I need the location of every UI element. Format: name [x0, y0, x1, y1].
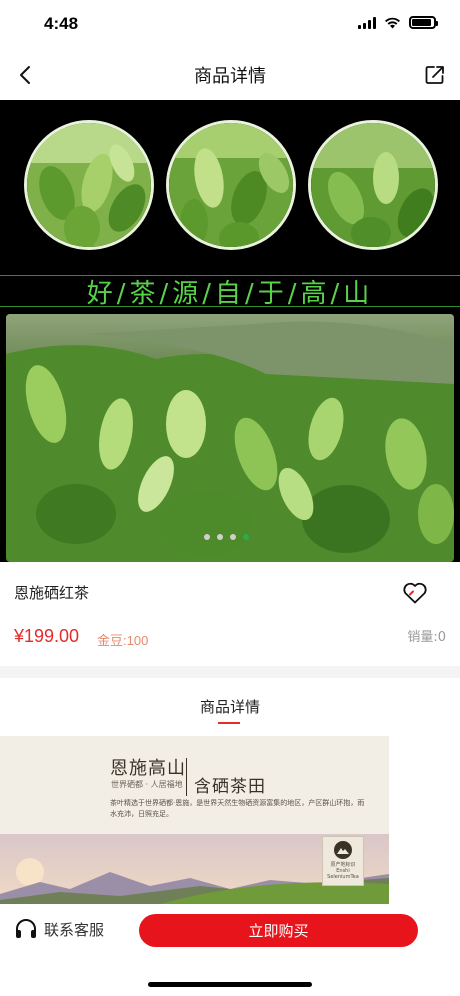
- service-label: 联系客服: [44, 920, 105, 939]
- product-price: ¥199.00: [14, 626, 80, 646]
- pager-dot[interactable]: [243, 534, 249, 540]
- share-button[interactable]: [422, 62, 448, 88]
- back-button[interactable]: [12, 62, 38, 88]
- poster-heading-secondary: 含硒茶田: [194, 777, 266, 797]
- poster-divider: [186, 758, 187, 796]
- detail-poster: 恩施高山 世界硒都 · 人居福地 含硒茶田 茶叶精选于世界硒都·恩施，是世界天然…: [0, 736, 389, 904]
- detail-tab[interactable]: 商品详情: [0, 678, 460, 736]
- status-bar: 4:48: [0, 0, 460, 50]
- page-title: 商品详情: [194, 66, 266, 87]
- gold-beans: 金豆:100: [97, 633, 149, 648]
- share-icon: [425, 66, 444, 84]
- origin-badge-text: 原产地标识 Enshi SeleniumTea: [327, 862, 359, 880]
- product-info: 恩施硒红茶 ¥199.00 金豆:100 销量:0: [0, 562, 460, 666]
- poster-subheading: 世界硒都 · 人居福地: [111, 780, 183, 789]
- chevron-left-icon: [20, 66, 30, 84]
- gallery-pager: [204, 534, 249, 540]
- mountain-icon: [334, 841, 352, 859]
- banner-slogan-row: 好/茶/源/自/于/高/山: [0, 275, 460, 309]
- home-indicator: [148, 982, 312, 987]
- heart-icon: [403, 582, 427, 604]
- status-time: 4:48: [44, 14, 79, 33]
- origin-badge: 原产地标识 Enshi SeleniumTea: [322, 836, 364, 886]
- headset-icon: [16, 919, 36, 938]
- sales-count: 销量:0: [407, 630, 446, 645]
- favorite-button[interactable]: [400, 578, 430, 608]
- tab-detail-label: 商品详情: [199, 698, 260, 716]
- nav-bar: 商品详情: [0, 50, 460, 100]
- signal-icon: [358, 16, 376, 29]
- poster-description: 茶叶精选于世界硒都·恩施，是世界天然生物硒资源富集的地区，产区群山环抱，雨水充沛…: [110, 799, 365, 818]
- product-gallery[interactable]: [0, 314, 460, 562]
- tea-leaf-photo: [24, 120, 154, 250]
- section-divider: [0, 666, 460, 678]
- tab-underline: [218, 722, 240, 724]
- bottom-action-bar: 联系客服 立即购买: [0, 904, 460, 996]
- banner-slogan: 好/茶/源/自/于/高/山: [86, 278, 374, 309]
- product-name: 恩施硒红茶: [14, 584, 90, 602]
- tea-leaf-photo: [308, 120, 438, 250]
- product-banner: 好/茶/源/自/于/高/山: [0, 100, 460, 314]
- pager-dot[interactable]: [204, 534, 210, 540]
- wifi-icon: [385, 17, 400, 29]
- contact-service-button[interactable]: 联系客服: [14, 918, 104, 940]
- battery-icon: [409, 16, 438, 29]
- poster-heading: 恩施高山: [110, 758, 186, 779]
- buy-now-button[interactable]: 立即购买: [139, 914, 418, 947]
- status-icons: [358, 16, 438, 29]
- battery-level: [412, 19, 431, 26]
- pager-dot[interactable]: [230, 534, 236, 540]
- pager-dot[interactable]: [217, 534, 223, 540]
- tea-leaf-photo: [166, 120, 296, 250]
- tea-plantation-photo: [6, 314, 454, 562]
